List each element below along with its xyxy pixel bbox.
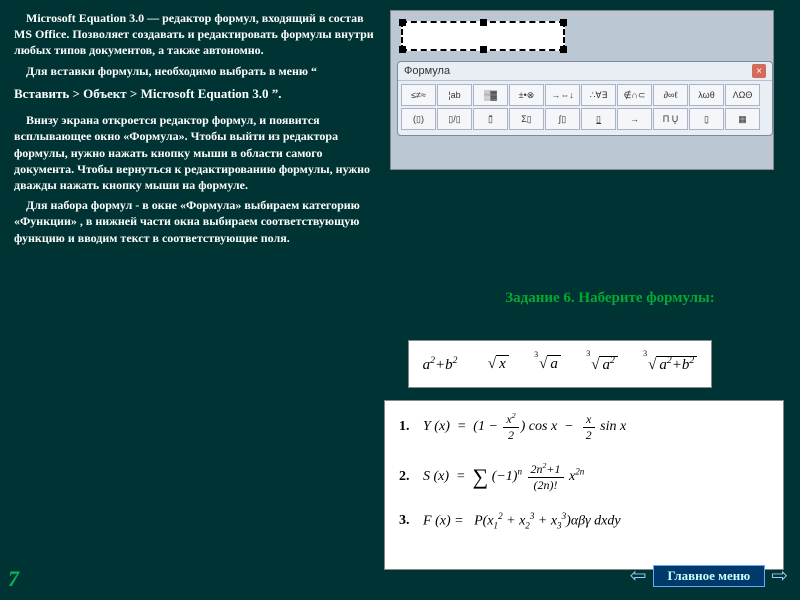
toolbar-button[interactable]: ¦ab [437, 84, 472, 106]
toolbar-button[interactable]: ▯̄ [473, 108, 508, 130]
toolbar-button[interactable]: ∴∀∃ [581, 84, 616, 106]
equation-editor-screenshot: Формула × ≤≠≈¦ab▒▓±•⊗→⇔↓∴∀∃∉∩⊂∂∞ℓλωθΛΩΘ (… [390, 10, 788, 170]
toolbar-button[interactable]: →⇔↓ [545, 84, 580, 106]
formula-cbrt-a: 3√a [536, 356, 561, 373]
toolbar-button[interactable]: ▦ [725, 108, 760, 130]
task-heading: Задание 6. Наберите формулы: [440, 290, 780, 307]
main-menu-button[interactable]: Главное меню [653, 565, 766, 587]
toolbar-button[interactable]: ∫▯ [545, 108, 580, 130]
formula-row-2: 2. S (x) = ∑ (−1)n 2n2+1(2n)! x2n [399, 461, 769, 493]
toolbar-button[interactable]: λωθ [689, 84, 724, 106]
formula-row-1: 1. Y (x) = (1 − x22) cos x − x2 sin x [399, 411, 769, 443]
toolbar-button[interactable]: ▒▓ [473, 84, 508, 106]
menu-path: Вставить > Объект > Microsoft Equation 3… [14, 85, 374, 103]
formula-sqrt-x: √x [485, 356, 509, 373]
toolbar-button[interactable]: ΛΩΘ [725, 84, 760, 106]
toolbar-button[interactable]: (▯) [401, 108, 436, 130]
page-number: 7 [8, 566, 19, 592]
formula-strip: a2+b2 √x 3√a 3√a2 3√a2+b2 [408, 340, 712, 388]
para-4: Для набора формул - в окне «Формула» выб… [14, 197, 374, 246]
toolbar-button[interactable]: Π Ų [653, 108, 688, 130]
toolbar-button[interactable]: ▯̣ [689, 108, 724, 130]
formula-toolbar-window: Формула × ≤≠≈¦ab▒▓±•⊗→⇔↓∴∀∃∉∩⊂∂∞ℓλωθΛΩΘ (… [397, 61, 773, 136]
formula-a2b2: a2+b2 [423, 355, 458, 374]
para-1: Microsoft Equation 3.0 — редактор формул… [14, 10, 374, 59]
toolbar-button[interactable]: ∂∞ℓ [653, 84, 688, 106]
formula-cbrt-a2: 3√a2 [588, 355, 618, 374]
navigation-bar: ⇦ Главное меню ⇨ [630, 563, 788, 588]
formula-list: 1. Y (x) = (1 − x22) cos x − x2 sin x 2.… [384, 400, 784, 570]
toolbar-button[interactable]: ▯/▯ [437, 108, 472, 130]
next-arrow-icon[interactable]: ⇨ [771, 563, 788, 588]
description-text: Microsoft Equation 3.0 — редактор формул… [14, 10, 374, 250]
toolbar-button[interactable]: → [617, 108, 652, 130]
toolbar-button[interactable]: ±•⊗ [509, 84, 544, 106]
para-2: Для вставки формулы, необходимо выбрать … [14, 63, 374, 79]
toolbar-button[interactable]: Σ▯ [509, 108, 544, 130]
formula-cbrt-a2b2: 3√a2+b2 [645, 355, 697, 374]
toolbar-title-text: Формула [404, 65, 450, 77]
toolbar-button[interactable]: ∉∩⊂ [617, 84, 652, 106]
prev-arrow-icon[interactable]: ⇦ [630, 563, 647, 588]
para-3: Внизу экрана откроется редактор формул, … [14, 112, 374, 193]
toolbar-button[interactable]: ▯̲ [581, 108, 616, 130]
toolbar-button[interactable]: ≤≠≈ [401, 84, 436, 106]
formula-row-3: 3. F (x) = P(x12 + x23 + x33)αβγ dxdy [399, 511, 769, 530]
equation-field-placeholder [401, 21, 565, 51]
close-icon[interactable]: × [752, 64, 766, 78]
